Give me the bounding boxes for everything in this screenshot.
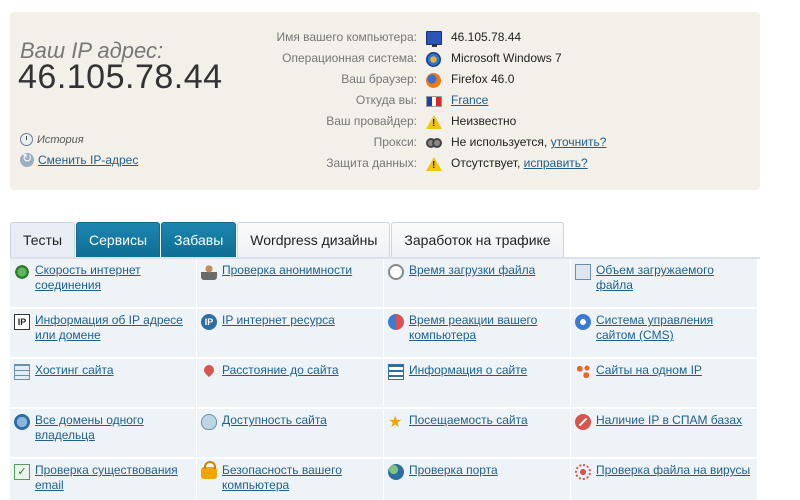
document-icon (575, 264, 591, 280)
service-item[interactable]: Время реакции вашего компьютера (384, 309, 570, 357)
service-link[interactable]: Проверка анонимности (222, 263, 352, 277)
france-flag-icon (426, 96, 442, 107)
service-item[interactable]: Расстояние до сайта (197, 359, 383, 407)
service-link[interactable]: Время загрузки файла (409, 263, 535, 277)
service-item[interactable]: Проверка порта (384, 459, 570, 500)
service-link[interactable]: Расстояние до сайта (222, 363, 339, 377)
speed-icon (14, 264, 30, 280)
service-item[interactable]: Проверка анонимности (197, 259, 383, 307)
tab-fun[interactable]: Забавы (161, 222, 237, 258)
firefox-icon (426, 73, 441, 88)
service-link[interactable]: Время реакции вашего компьютера (409, 313, 537, 342)
clock-icon (388, 264, 404, 280)
service-item[interactable]: IP Информация об IP адресе или домене (10, 309, 196, 357)
service-item[interactable]: Скорость интернет соединения (10, 259, 196, 307)
service-link[interactable]: Проверка файла на вирусы (596, 463, 750, 477)
info-value-proxy: Не используется, уточнить? (451, 135, 606, 149)
person-icon (201, 264, 217, 280)
info-row-os: Операционная система: Microsoft Windows … (10, 51, 760, 72)
gear-icon (575, 314, 591, 330)
service-item[interactable]: Хостинг сайта (10, 359, 196, 407)
list-icon (388, 364, 404, 380)
service-item[interactable]: Система управления сайтом (CMS) (571, 309, 757, 357)
service-item[interactable]: Наличие IP в СПАМ базах (571, 409, 757, 457)
lock-icon (201, 461, 217, 479)
service-link[interactable]: Посещаемость сайта (409, 413, 528, 427)
ip-info-panel: Ваш IP адрес: 46.105.78.44 История Смени… (10, 12, 760, 190)
info-value: Microsoft Windows 7 (451, 51, 562, 65)
info-row-protection: Защита данных: Отсутствует, исправить? (10, 156, 760, 177)
info-key: Защита данных: (326, 156, 417, 170)
info-row-location: Откуда вы: France (10, 93, 760, 114)
service-link[interactable]: IP интернет ресурса (222, 313, 335, 327)
info-row-provider: Ваш провайдер: Неизвестно (10, 114, 760, 135)
info-key: Операционная система: (282, 51, 417, 65)
reload-icon (388, 314, 404, 330)
service-link[interactable]: Объем загружаемого файла (596, 263, 714, 292)
info-value-protection: Отсутствует, исправить? (451, 156, 588, 170)
location-link[interactable]: France (451, 93, 488, 107)
monitor-icon (426, 31, 442, 47)
service-link[interactable]: Скорость интернет соединения (35, 263, 141, 292)
pin-icon (201, 362, 217, 378)
protection-status: Отсутствует, (451, 156, 521, 170)
service-item[interactable]: Информация о сайте (384, 359, 570, 407)
service-item[interactable]: ✓ Проверка существования email (10, 459, 196, 500)
service-link[interactable]: Безопасность вашего компьютера (222, 463, 342, 492)
service-link[interactable]: Хостинг сайта (35, 363, 114, 377)
info-value: Firefox 46.0 (451, 72, 515, 86)
clarify-link[interactable]: уточнить? (551, 135, 607, 149)
service-item[interactable]: Время загрузки файла (384, 259, 570, 307)
info-row-computer: Имя вашего компьютера: 46.105.78.44 (10, 30, 760, 51)
service-item[interactable]: Проверка файла на вирусы (571, 459, 757, 500)
service-item[interactable]: IP IP интернет ресурса (197, 309, 383, 357)
service-link[interactable]: Все домены одного владельца (35, 413, 144, 442)
service-link[interactable]: Информация о сайте (409, 363, 527, 377)
globe-icon (14, 414, 30, 430)
service-item[interactable]: Сайты на одном IP (571, 359, 757, 407)
service-link[interactable]: Информация об IP адресе или домене (35, 313, 183, 342)
info-value: 46.105.78.44 (451, 30, 522, 44)
service-item[interactable]: Все домены одного владельца (10, 409, 196, 457)
proxy-status: Не используется, (451, 135, 548, 149)
info-key: Ваш браузер: (341, 72, 417, 86)
info-value: Неизвестно (451, 114, 517, 128)
service-link[interactable]: Наличие IP в СПАМ базах (596, 413, 742, 427)
service-link[interactable]: Проверка порта (409, 463, 498, 477)
table-icon (14, 364, 30, 380)
info-key: Имя вашего компьютера: (276, 30, 417, 44)
service-link[interactable]: Сайты на одном IP (596, 363, 702, 377)
fix-link[interactable]: исправить? (524, 156, 588, 170)
star-icon: ★ (388, 412, 403, 431)
tab-wordpress[interactable]: Wordpress дизайны (237, 222, 391, 258)
tab-earnings[interactable]: Заработок на трафике (391, 222, 564, 258)
info-key: Ваш провайдер: (326, 114, 417, 128)
no-entry-icon (575, 414, 591, 430)
check-icon: ✓ (14, 464, 30, 480)
info-key: Откуда вы: (355, 93, 417, 107)
ip-ball-icon: IP (201, 314, 217, 330)
nodes-icon (575, 364, 591, 380)
service-link[interactable]: Проверка существования email (35, 463, 178, 492)
windows-icon (426, 52, 441, 67)
virus-icon (575, 464, 591, 480)
service-item[interactable]: Объем загружаемого файла (571, 259, 757, 307)
tab-bar: Тесты Сервисы Забавы Wordpress дизайны З… (10, 222, 565, 258)
info-row-browser: Ваш браузер: Firefox 46.0 (10, 72, 760, 93)
alien-icon (201, 414, 217, 430)
service-item[interactable]: Доступность сайта (197, 409, 383, 457)
tab-tests[interactable]: Тесты (10, 222, 76, 258)
warning-icon (426, 157, 442, 171)
glasses-icon (426, 138, 442, 148)
service-link[interactable]: Доступность сайта (222, 413, 327, 427)
service-link[interactable]: Система управления сайтом (CMS) (596, 313, 713, 342)
ip-box-icon: IP (14, 314, 30, 330)
info-key: Прокси: (373, 135, 417, 149)
info-row-proxy: Прокси: Не используется, уточнить? (10, 135, 760, 156)
service-item[interactable]: Безопасность вашего компьютера (197, 459, 383, 500)
service-item[interactable]: ★ Посещаемость сайта (384, 409, 570, 457)
warning-icon (426, 115, 442, 129)
tab-services[interactable]: Сервисы (76, 222, 161, 258)
globe-port-icon (388, 464, 404, 480)
